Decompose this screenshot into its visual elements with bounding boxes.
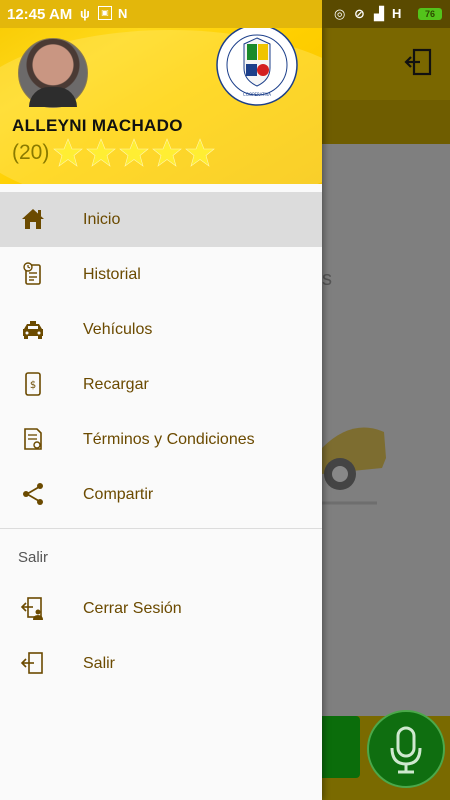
drawer-menu: Inicio Historial Vehículos $ Recargar Té…: [0, 192, 322, 691]
menu-item-vehiculos[interactable]: Vehículos: [0, 302, 322, 357]
menu-item-recargar[interactable]: $ Recargar: [0, 357, 322, 412]
star-icon: [86, 138, 117, 167]
menu-item-inicio[interactable]: Inicio: [0, 192, 322, 247]
alarm-icon: ◎: [334, 6, 346, 21]
menu-item-label: Recargar: [83, 375, 149, 393]
microphone-icon: [390, 726, 422, 774]
green-action-button[interactable]: [322, 716, 360, 778]
menu-item-terminos[interactable]: Términos y Condiciones: [0, 412, 322, 467]
svg-text:COOPERATIVA: COOPERATIVA: [243, 92, 271, 97]
menu-item-label: Salir: [83, 654, 116, 672]
wifi-off-icon: ⊘: [354, 6, 365, 21]
recharge-icon: $: [25, 372, 41, 396]
menu-item-label: Vehículos: [83, 320, 153, 338]
menu-item-label: Términos y Condiciones: [83, 430, 255, 448]
section-title: Salir: [18, 549, 49, 566]
car-illustration: [322, 427, 386, 505]
status-time: 12:45 AM: [7, 6, 73, 23]
app-notification-icon: ▣: [98, 6, 112, 20]
menu-divider: [0, 528, 322, 529]
menu-item-label: Compartir: [83, 485, 154, 503]
svg-text:$: $: [30, 380, 36, 391]
network-type: H: [392, 6, 402, 21]
battery-indicator: 76: [418, 8, 442, 20]
rating-count: (20): [12, 141, 50, 164]
background-strip: [322, 100, 450, 144]
share-icon: [23, 483, 43, 505]
n-notification-icon: N: [118, 6, 128, 21]
menu-item-cerrar-sesion[interactable]: Cerrar Sesión: [0, 581, 322, 636]
menu-item-label: Inicio: [83, 210, 121, 228]
navigation-drawer: COOPERATIVA ALLEYNI MACHADO (20) Inicio: [0, 0, 322, 800]
exit-icon: [20, 652, 43, 674]
menu-item-historial[interactable]: Historial: [0, 247, 322, 302]
background-bottom-bar: [322, 710, 450, 800]
user-rating: (20): [12, 138, 218, 168]
menu-item-label: Cerrar Sesión: [83, 599, 182, 617]
home-icon: [22, 209, 44, 229]
star-icon: [53, 138, 84, 167]
history-icon: [23, 262, 41, 285]
star-icon: [119, 138, 150, 167]
background-toolbar: [322, 28, 450, 100]
logout-session-icon: [20, 597, 43, 620]
rating-stars: [53, 138, 218, 168]
avatar[interactable]: [18, 38, 88, 108]
background-app: s: [322, 28, 450, 800]
usb-icon: ψ: [80, 6, 90, 21]
star-icon: [152, 138, 183, 167]
background-partial-text: s: [322, 268, 332, 290]
status-bar: 12:45 AM ψ ▣ N ◎ ⊘ ▟ H 76: [0, 0, 450, 28]
menu-item-salir[interactable]: Salir: [0, 636, 322, 691]
taxi-icon: [23, 321, 43, 339]
star-icon: [185, 138, 216, 167]
terms-icon: [24, 428, 42, 450]
microphone-button[interactable]: [367, 710, 445, 788]
cooperative-logo: COOPERATIVA: [216, 24, 298, 106]
signal-icon: ▟: [374, 6, 384, 21]
menu-item-label: Historial: [83, 265, 141, 283]
exit-icon[interactable]: [402, 46, 434, 78]
user-name: ALLEYNI MACHADO: [12, 116, 183, 135]
menu-item-compartir[interactable]: Compartir: [0, 467, 322, 522]
section-header-salir: Salir: [0, 535, 322, 581]
